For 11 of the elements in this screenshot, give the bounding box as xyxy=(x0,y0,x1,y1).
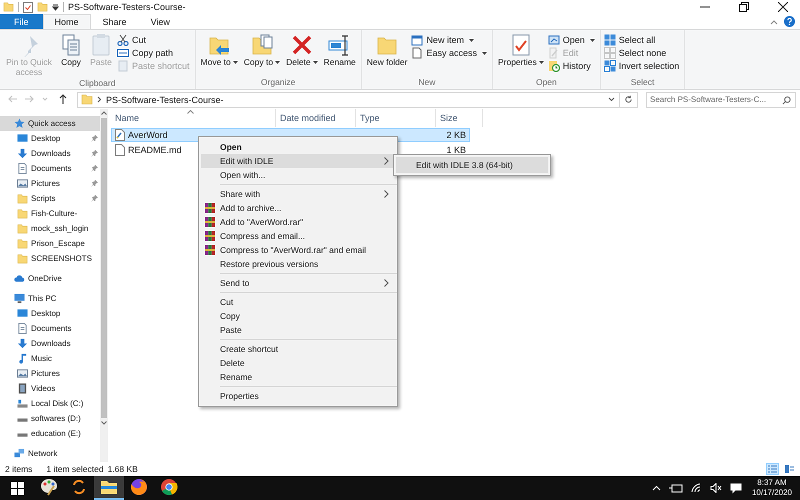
file-size: 2 KB xyxy=(445,130,467,140)
group-label: Select xyxy=(630,77,654,89)
file-size: 1 KB xyxy=(445,145,467,155)
selection-info: 1 item selected xyxy=(46,464,104,474)
item-count: 2 items xyxy=(5,464,32,474)
group-label: New xyxy=(418,77,436,89)
group-label: Organize xyxy=(260,77,296,89)
window-title: PS-Software-Testers-Course- xyxy=(68,2,186,12)
selection-size: 1.68 KB xyxy=(108,464,138,474)
group-label: Open xyxy=(536,77,557,89)
group-label: Clipboard xyxy=(79,78,116,90)
